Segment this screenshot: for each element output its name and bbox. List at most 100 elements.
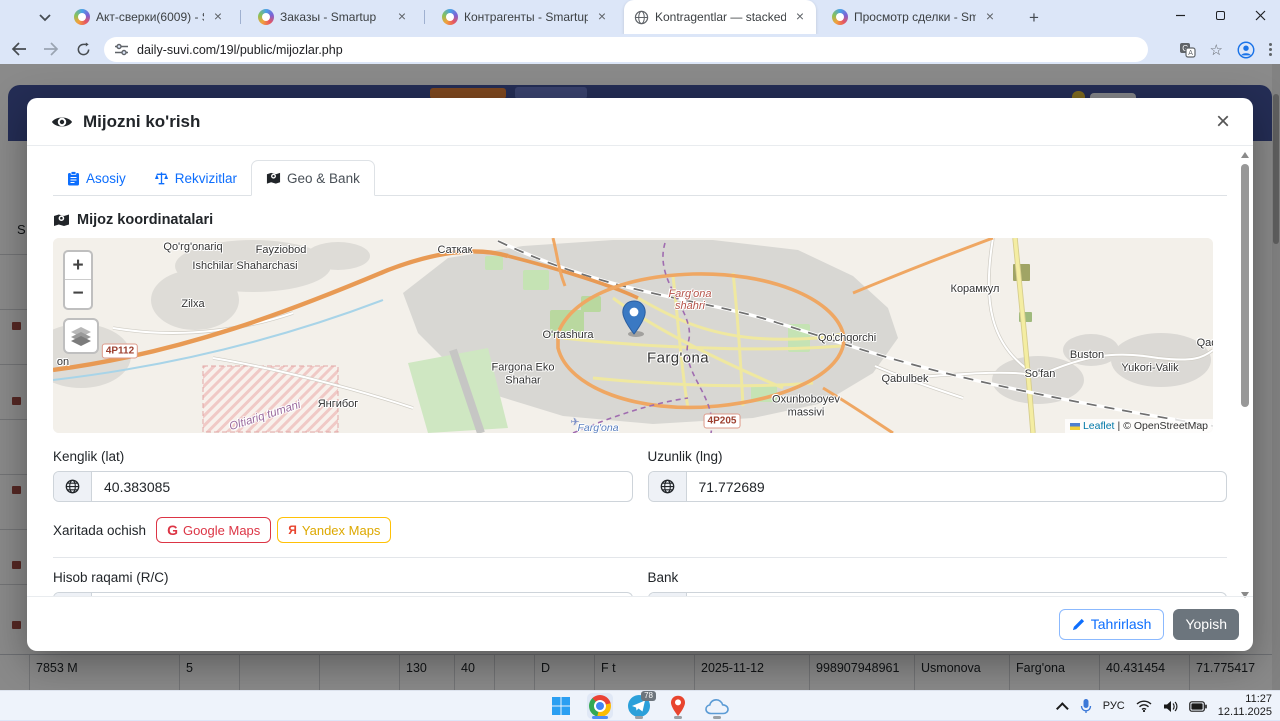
edit-button[interactable]: Tahrirlash: [1059, 609, 1165, 640]
tab-close-icon[interactable]: ×: [982, 9, 998, 25]
language-indicator[interactable]: РУС: [1103, 700, 1125, 712]
tab-geo-bank-active[interactable]: Geo & Bank: [251, 160, 375, 196]
running-indicator: [674, 716, 682, 719]
osm-link[interactable]: © OpenStreetMap: [1123, 420, 1208, 432]
map-layers-control[interactable]: [63, 318, 99, 354]
browser-tab-2[interactable]: Заказы - Smartup ×: [248, 0, 418, 34]
telegram-taskbar-button[interactable]: 78: [626, 693, 652, 719]
google-maps-button[interactable]: G Google Maps: [156, 517, 271, 543]
zoom-out-button[interactable]: −: [65, 280, 91, 308]
tray-time: 11:27: [1218, 693, 1272, 706]
lng-label: Uzunlik (lng): [648, 449, 1228, 464]
site-info-icon[interactable]: [114, 43, 129, 56]
windows-logo-icon: [551, 696, 571, 716]
smartup-favicon: [442, 9, 458, 25]
modal-scrollbar[interactable]: [1240, 152, 1250, 598]
svg-text:A: A: [1188, 50, 1193, 57]
translate-icon[interactable]: GA: [1179, 42, 1196, 58]
chrome-icon: [589, 695, 611, 717]
minimize-button[interactable]: [1160, 0, 1200, 30]
modal-title: Mijozni ko'rish: [83, 112, 200, 132]
battery-icon[interactable]: [1189, 701, 1207, 712]
tab-close-icon[interactable]: ×: [210, 9, 226, 25]
browser-tab-3[interactable]: Контрагенты - Smartup ×: [432, 0, 618, 34]
tab-rekvizitlar[interactable]: Rekvizitlar: [140, 160, 251, 196]
start-button[interactable]: [548, 693, 574, 719]
tab-close-icon[interactable]: ×: [394, 9, 410, 25]
close-window-button[interactable]: [1240, 0, 1280, 30]
lng-input-group: 71.772689: [648, 471, 1228, 502]
browser-toolbar: daily-suvi.com/19l/public/mijozlar.php G…: [0, 34, 1280, 64]
google-g-icon: G: [167, 522, 178, 538]
smartup-favicon: [74, 9, 90, 25]
yandex-maps-button[interactable]: Я Yandex Maps: [277, 517, 391, 543]
address-bar[interactable]: daily-suvi.com/19l/public/mijozlar.php: [104, 37, 1148, 62]
lat-label: Kenglik (lat): [53, 449, 633, 464]
lng-input[interactable]: 71.772689: [687, 472, 1227, 501]
lat-input-group: 40.383085: [53, 471, 633, 502]
yandex-ya-icon: Я: [288, 523, 297, 537]
tab-separator: [240, 10, 241, 24]
button-label: Tahrirlash: [1091, 616, 1152, 632]
button-label: Yopish: [1185, 616, 1227, 632]
back-button[interactable]: [6, 36, 32, 62]
page-viewport: S 7853 M 5 130 40 D F t 2025-11-12 99890…: [0, 64, 1280, 690]
zoom-in-button[interactable]: +: [65, 252, 91, 280]
smartup-favicon: [832, 9, 848, 25]
telegram-icon: 78: [628, 695, 650, 717]
speaker-icon[interactable]: [1163, 700, 1178, 713]
map-marker[interactable]: [621, 300, 647, 338]
road-shield: 4P112: [102, 344, 138, 359]
bookmark-star-icon[interactable]: ☆: [1210, 41, 1223, 59]
tab-close-icon[interactable]: ×: [594, 9, 610, 25]
windows-taskbar: 78 РУС 11:27 12.11.2025: [0, 690, 1280, 720]
map-label: Янгибог: [318, 398, 359, 410]
profile-avatar-icon[interactable]: [1237, 41, 1255, 59]
scroll-up-arrow[interactable]: [1241, 152, 1249, 158]
running-indicator: [713, 716, 721, 719]
map-label: Qo'rg'onariq: [163, 241, 222, 253]
browser-tab-4-active[interactable]: Kontragentlar — stacked modal ×: [624, 0, 816, 34]
tab-label: Asosiy: [86, 171, 126, 186]
modal-footer: Tahrirlash Yopish: [27, 596, 1253, 651]
wifi-icon[interactable]: [1136, 700, 1152, 712]
scrollbar-thumb[interactable]: [1241, 164, 1249, 407]
refresh-button[interactable]: [70, 36, 96, 62]
chrome-taskbar-button[interactable]: [587, 693, 613, 719]
microphone-icon[interactable]: [1080, 698, 1092, 714]
browser-menu-icon[interactable]: [1269, 43, 1272, 56]
tab-title: Заказы - Smartup: [280, 10, 388, 24]
map-label: on: [57, 356, 69, 368]
map-label: Qo'chqorchi: [818, 332, 876, 344]
tab-asosiy[interactable]: Asosiy: [53, 160, 140, 196]
chevron-down-icon: [39, 14, 51, 22]
map-icon: [53, 213, 70, 227]
browser-tab-5[interactable]: Просмотр сделки - Smartup ×: [822, 0, 1006, 34]
modal-header: Mijozni ko'rish ×: [27, 98, 1253, 146]
new-tab-button[interactable]: +: [1022, 6, 1046, 30]
tab-search-button[interactable]: [30, 7, 60, 29]
leaflet-map[interactable]: Qo'rg'onariq Fayziobod Ishchilar Shaharc…: [53, 238, 1213, 433]
map-label: Ishchilar Shaharchasi: [192, 260, 297, 272]
map-label: Zilxa: [181, 298, 204, 310]
forward-button[interactable]: [38, 36, 64, 62]
map-label: Саткак: [438, 244, 473, 256]
tab-title: Kontragentlar — stacked modal: [655, 10, 786, 24]
map-label: Qabulbek: [881, 373, 928, 385]
map-label: Fargona Eko Shahar: [477, 361, 569, 386]
browser-tab-1[interactable]: Акт-сверки(6009) - Smartup ×: [64, 0, 234, 34]
cloud-taskbar-button[interactable]: [704, 693, 730, 719]
map-pin-red-icon: [670, 695, 686, 717]
maximize-button[interactable]: [1200, 0, 1240, 30]
tab-close-icon[interactable]: ×: [792, 9, 808, 25]
tray-chevron-icon[interactable]: [1056, 702, 1069, 715]
close-button[interactable]: Yopish: [1173, 609, 1239, 640]
browser-tab-strip: Акт-сверки(6009) - Smartup × Заказы - Sm…: [0, 0, 1280, 34]
leaflet-link[interactable]: Leaflet: [1083, 420, 1115, 432]
maps-taskbar-button[interactable]: [665, 693, 691, 719]
tray-clock[interactable]: 11:27 12.11.2025: [1218, 693, 1272, 719]
lat-input[interactable]: 40.383085: [92, 472, 632, 501]
bank-label: Bank: [648, 570, 1228, 585]
modal-close-icon[interactable]: ×: [1209, 108, 1237, 136]
section-heading: Mijoz koordinatalari: [53, 212, 1227, 228]
